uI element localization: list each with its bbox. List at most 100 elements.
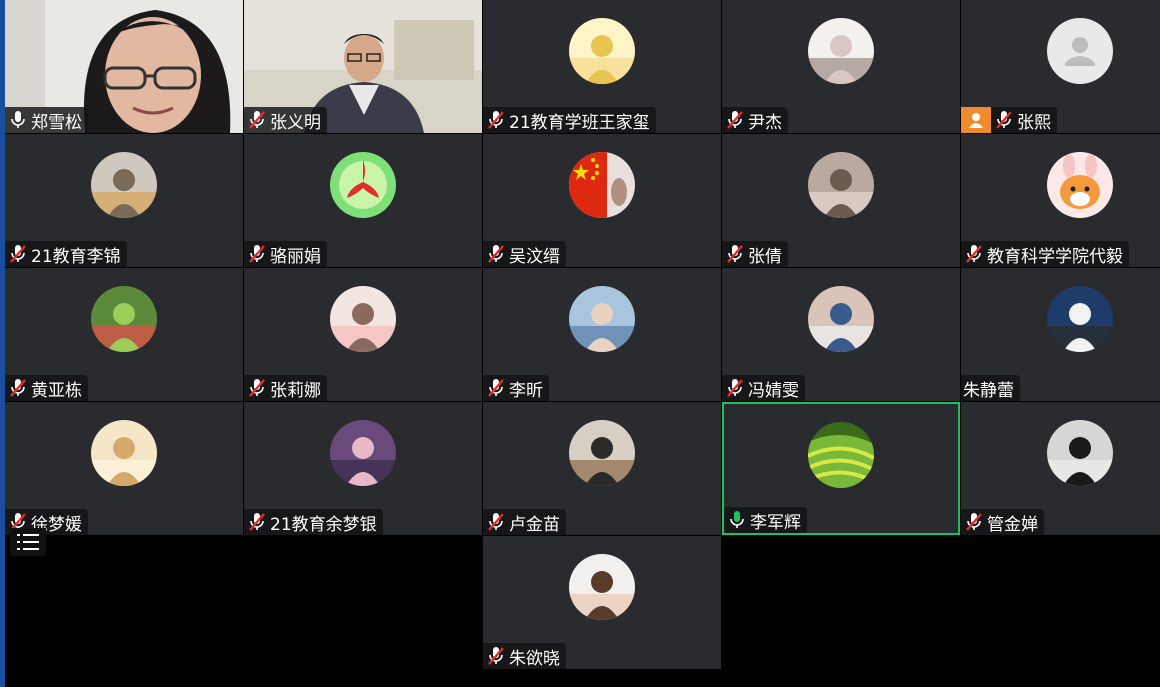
participant-tile[interactable]: 骆丽娟 [244,134,482,267]
host-icon [961,107,991,133]
participant-tile[interactable]: 李昕 [483,268,721,401]
participant-avatar [569,18,635,84]
participant-avatar [808,286,874,352]
participant-tile[interactable]: 李军辉 [722,402,960,535]
mic-muted-icon[interactable] [9,244,27,264]
participant-tile[interactable]: 张倩 [722,134,960,267]
participant-name: 尹杰 [748,112,782,133]
participant-avatar [569,152,635,218]
mic-speaking-icon[interactable] [728,510,746,530]
mic-muted-icon[interactable] [248,512,266,532]
participant-tile[interactable]: 21教育李锦 [5,134,243,267]
participant-namebar: 朱静蕾 [961,375,1020,401]
participant-namebar: 张义明 [244,107,327,133]
participant-namebar: 21教育学班王家玺 [483,107,656,133]
participant-name: 朱静蕾 [963,380,1014,401]
mic-muted-icon[interactable] [248,378,266,398]
mic-muted-icon[interactable] [487,512,505,532]
participant-avatar [330,152,396,218]
participant-name: 李昕 [509,380,543,401]
participant-tile[interactable]: 教育科学学院代毅 [961,134,1160,267]
mic-muted-icon[interactable] [248,110,266,130]
mic-muted-icon[interactable] [487,646,505,666]
participant-name: 张莉娜 [270,380,321,401]
participant-tile[interactable]: 冯婧雯 [722,268,960,401]
mic-muted-icon[interactable] [995,110,1013,130]
participant-tile[interactable]: 吴汶缙 [483,134,721,267]
participant-namebar: 21教育余梦银 [244,509,383,535]
participant-tile[interactable]: 21教育余梦银 [244,402,482,535]
participant-name: 21教育李锦 [31,246,121,267]
participant-namebar: 张莉娜 [244,375,327,401]
list-menu-icon [17,534,39,550]
participant-tile[interactable]: 黄亚栋 [5,268,243,401]
participant-avatar [91,152,157,218]
participant-namebar: 21教育李锦 [5,241,127,267]
participant-namebar: 李昕 [483,375,549,401]
participant-grid: 郑雪松 张义明 21教育学班王家玺 尹杰 张熙 21教育李锦 骆丽娟 吴汶缙 张倩 教育科学学院代… [5,0,1160,669]
participant-name: 管金婵 [987,514,1038,535]
participant-name: 吴汶缙 [509,246,560,267]
participant-tile[interactable]: 朱静蕾 [961,268,1160,401]
participant-name: 郑雪松 [31,112,82,133]
participant-namebar: 管金婵 [961,509,1044,535]
participant-namebar: 张熙 [991,107,1057,133]
mic-muted-icon[interactable] [726,244,744,264]
participant-namebar: 李军辉 [724,507,807,533]
participant-tile[interactable]: 徐梦媛 [5,402,243,535]
participant-namebar: 朱欲晓 [483,643,566,669]
participant-namebar: 郑雪松 [5,107,88,133]
participant-name: 骆丽娟 [270,246,321,267]
participant-avatar [91,420,157,486]
participant-name: 张倩 [748,246,782,267]
mic-muted-icon[interactable] [487,110,505,130]
participant-name: 21教育学班王家玺 [509,112,650,133]
participant-name: 李军辉 [750,512,801,533]
participant-name: 教育科学学院代毅 [987,246,1123,267]
participant-name: 冯婧雯 [748,380,799,401]
mic-muted-icon[interactable] [248,244,266,264]
participant-name: 张义明 [270,112,321,133]
participant-tile[interactable]: 朱欲晓 [483,536,721,669]
mic-muted-icon[interactable] [487,244,505,264]
participant-name: 黄亚栋 [31,380,82,401]
participant-namebar: 骆丽娟 [244,241,327,267]
participant-tile[interactable]: 尹杰 [722,0,960,133]
participant-name: 张熙 [1017,112,1051,133]
participant-list-menu-button[interactable] [10,528,46,556]
participant-avatar [1047,152,1113,218]
participant-name: 卢金苗 [509,514,560,535]
participant-namebar: 教育科学学院代毅 [961,241,1129,267]
participant-tile[interactable]: 卢金苗 [483,402,721,535]
participant-namebar: 卢金苗 [483,509,566,535]
participant-namebar: 尹杰 [722,107,788,133]
participant-namebar: 张倩 [722,241,788,267]
participant-name: 21教育余梦银 [270,514,377,535]
participant-avatar [1047,420,1113,486]
mic-muted-icon[interactable] [487,378,505,398]
participant-avatar [1047,286,1113,352]
participant-name: 朱欲晓 [509,648,560,669]
participant-tile[interactable]: 张义明 [244,0,482,133]
participant-tile[interactable]: 管金婵 [961,402,1160,535]
participant-avatar [569,554,635,620]
participant-avatar [808,18,874,84]
participant-avatar [330,420,396,486]
mic-icon[interactable] [9,110,27,130]
mic-muted-icon[interactable] [965,244,983,264]
participant-namebar: 吴汶缙 [483,241,566,267]
mic-muted-icon[interactable] [9,378,27,398]
participant-avatar [808,152,874,218]
participant-tile[interactable]: 张熙 [961,0,1160,133]
participant-namebar: 黄亚栋 [5,375,88,401]
participant-tile[interactable]: 郑雪松 [5,0,243,133]
mic-muted-icon[interactable] [726,110,744,130]
participant-avatar [808,422,874,488]
participant-avatar [91,286,157,352]
participant-tile[interactable]: 21教育学班王家玺 [483,0,721,133]
mic-muted-icon[interactable] [965,512,983,532]
default-user-icon [1047,18,1113,84]
participant-avatar [569,420,635,486]
mic-muted-icon[interactable] [726,378,744,398]
participant-tile[interactable]: 张莉娜 [244,268,482,401]
